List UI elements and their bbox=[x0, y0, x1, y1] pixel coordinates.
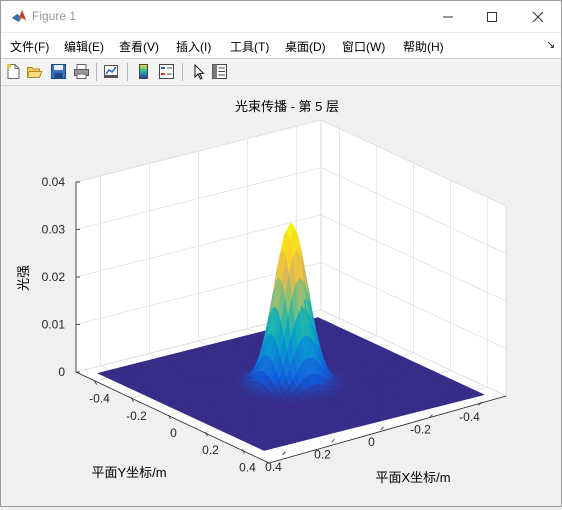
x-tick-label: -0.2 bbox=[126, 409, 147, 423]
insert-colorbar-icon[interactable] bbox=[135, 63, 152, 80]
dock-arrow-icon[interactable]: ↘ bbox=[546, 38, 555, 51]
y-tick-label: -0.4 bbox=[459, 410, 480, 424]
toolbar-separator bbox=[96, 63, 97, 81]
print-icon[interactable] bbox=[73, 63, 90, 80]
x-tick-label: -0.4 bbox=[89, 392, 110, 406]
menu-bar: 文件(F) 编辑(E) 查看(V) 插入(I) 工具(T) 桌面(D) 窗口(W… bbox=[1, 32, 561, 58]
maximize-icon bbox=[486, 11, 498, 23]
open-file-icon[interactable] bbox=[26, 63, 43, 80]
menu-view[interactable]: 查看(V) bbox=[119, 38, 159, 55]
menu-file[interactable]: 文件(F) bbox=[10, 38, 49, 55]
z-tick-label: 0 bbox=[58, 365, 65, 379]
z-tick-label: 0.04 bbox=[42, 175, 66, 189]
new-figure-icon[interactable] bbox=[5, 63, 22, 80]
minimize-icon bbox=[442, 11, 454, 23]
save-icon[interactable] bbox=[50, 63, 67, 80]
x-tick-label: 0.4 bbox=[239, 460, 256, 474]
edit-plot-icon[interactable] bbox=[190, 63, 207, 80]
y-tick-label: 0 bbox=[368, 435, 375, 449]
y-tick-label: 0.2 bbox=[314, 447, 331, 461]
x-tick-label: 0.2 bbox=[202, 443, 219, 457]
menu-desktop[interactable]: 桌面(D) bbox=[285, 38, 326, 55]
figure-window: Figure 1 文件(F) 编辑(E) 查看(V) 插入(I) 工具(T) 桌… bbox=[0, 0, 562, 507]
matlab-logo-icon bbox=[11, 8, 27, 24]
figure-canvas[interactable]: -0.4 -0.2 0 0.2 0.4 -0.4 -0.2 0 0.2 0.4 0 0.01 0.02 0… bbox=[1, 85, 561, 506]
title-bar: Figure 1 bbox=[1, 1, 561, 32]
x-tick-label: 0 bbox=[170, 426, 177, 440]
window-title: Figure 1 bbox=[32, 9, 76, 23]
close-icon bbox=[532, 11, 544, 23]
menu-tools[interactable]: 工具(T) bbox=[230, 38, 269, 55]
figure-toolbar bbox=[1, 58, 561, 86]
close-button[interactable] bbox=[516, 1, 560, 32]
x-axis-label: 平面X坐标/m bbox=[375, 470, 450, 485]
maximize-button[interactable] bbox=[470, 1, 514, 32]
property-inspector-icon[interactable] bbox=[211, 63, 228, 80]
minimize-button[interactable] bbox=[426, 1, 470, 32]
insert-legend-icon[interactable] bbox=[158, 63, 175, 80]
y-tick-label: 0.4 bbox=[265, 460, 282, 474]
link-plot-icon[interactable] bbox=[103, 63, 120, 80]
toolbar-separator bbox=[127, 63, 128, 81]
z-tick-label: 0.03 bbox=[42, 223, 66, 237]
plot-title: 光束传播 - 第 5 层 bbox=[235, 99, 339, 114]
z-tick-label: 0.02 bbox=[42, 270, 66, 284]
z-tick-label: 0.01 bbox=[42, 318, 66, 332]
z-axis-label: 光强 bbox=[16, 265, 31, 291]
menu-edit[interactable]: 编辑(E) bbox=[64, 38, 104, 55]
y-tick-label: -0.2 bbox=[410, 423, 431, 437]
menu-overflow-area bbox=[453, 35, 558, 56]
menu-help[interactable]: 帮助(H) bbox=[403, 38, 444, 55]
menu-insert[interactable]: 插入(I) bbox=[176, 38, 211, 55]
toolbar-separator bbox=[182, 63, 183, 81]
y-axis-label: 平面Y坐标/m bbox=[91, 465, 166, 480]
surface-plot[interactable]: -0.4 -0.2 0 0.2 0.4 -0.4 -0.2 0 0.2 0.4 0 0.01 0.02 0… bbox=[1, 85, 561, 506]
menu-window[interactable]: 窗口(W) bbox=[342, 38, 385, 55]
